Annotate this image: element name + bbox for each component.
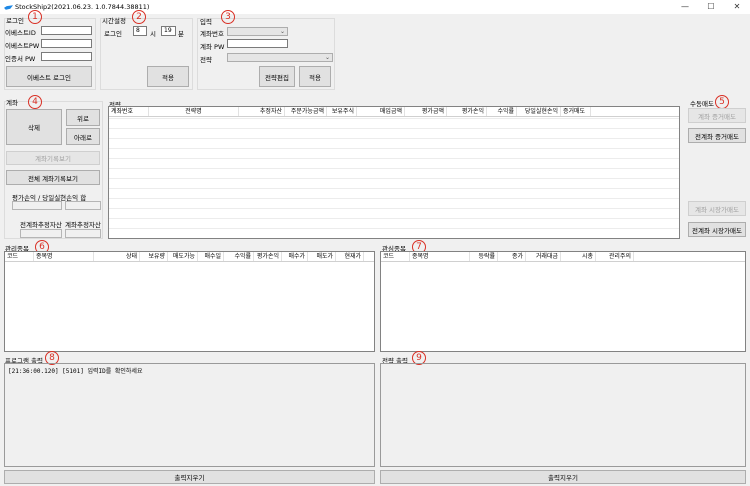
strategy-label: 전략 — [200, 56, 212, 64]
chevron-down-icon: ⌄ — [324, 54, 330, 61]
move-down-button[interactable]: 아래로 — [66, 128, 100, 145]
cert-pw-label: 인증서 PW — [5, 55, 36, 63]
column-header[interactable]: 거래대금 — [526, 252, 561, 261]
badge-4: 4 — [28, 95, 42, 109]
time-login-label: 로그인 — [104, 30, 122, 38]
column-header[interactable]: 증거매도 — [561, 107, 591, 116]
all-market-sell-button[interactable]: 전계좌 시장가매도 — [688, 222, 746, 237]
column-header[interactable]: 매입금액 — [357, 107, 405, 116]
eval-profit-value — [12, 201, 62, 210]
strategy-log-panel[interactable] — [380, 363, 746, 467]
time-apply-button[interactable]: 적용 — [147, 66, 189, 87]
app-logo-icon — [4, 5, 13, 10]
account-number-label: 계좌번호 — [200, 30, 224, 38]
column-header[interactable]: 종가 — [498, 252, 526, 261]
watch-stocks-grid[interactable]: 코드 종목명 등락률 종가 거래대금 시총 관리주의 — [380, 251, 746, 352]
account-estimated-assets-label: 계좌추정자산 — [65, 221, 101, 229]
column-header[interactable]: 등락률 — [470, 252, 498, 261]
program-log-clear-button[interactable]: 출력지우기 — [4, 470, 375, 484]
badge-1: 1 — [28, 10, 42, 24]
account-number-select[interactable]: ⌄ — [227, 27, 288, 36]
column-header[interactable]: 시총 — [561, 252, 596, 261]
program-log-panel[interactable]: [21:36:00.120] [5101] 입력ID를 확인하세요 — [4, 363, 375, 467]
minute-stepper[interactable]: 19 — [161, 26, 176, 36]
badge-5: 5 — [715, 95, 729, 109]
column-header[interactable]: 매도가능 — [168, 252, 198, 261]
column-header[interactable]: 코드 — [5, 252, 34, 261]
column-header[interactable]: 계좌번호 — [109, 107, 149, 116]
strategy-apply-button[interactable]: 적용 — [299, 66, 331, 87]
ebest-pw-input[interactable] — [41, 39, 92, 48]
chevron-down-icon: ⌄ — [279, 28, 285, 35]
hour-stepper[interactable]: 8 — [133, 26, 147, 36]
strategy-log-clear-button[interactable]: 출력지우기 — [380, 470, 746, 484]
manual-sell-header: 수동매도 — [690, 100, 714, 108]
badge-3: 3 — [221, 10, 235, 24]
column-header[interactable]: 보유주식 — [327, 107, 357, 116]
column-header[interactable]: 당일실현손익 — [517, 107, 561, 116]
ebest-login-button[interactable]: 이베스트 로그인 — [6, 66, 92, 87]
realized-profit-value — [65, 201, 101, 210]
move-up-button[interactable]: 위로 — [66, 109, 100, 126]
minimize-button[interactable]: — — [672, 0, 698, 14]
column-header[interactable]: 현재가 — [336, 252, 364, 261]
strategy-grid[interactable]: 계좌번호 전략명 추정자산 주문가능금액 보유주식 매입금액 평가금액 평가손익… — [108, 106, 680, 239]
account-estimated-assets-value — [65, 229, 101, 238]
login-header: 로그인 — [6, 17, 24, 25]
column-header[interactable]: 전략명 — [149, 107, 239, 116]
all-margin-sell-button[interactable]: 전계좌 증거매도 — [688, 128, 746, 143]
view-account-history-button[interactable]: 계좌기록보기 — [6, 151, 100, 165]
grid-rows — [109, 118, 679, 238]
log-line: [21:36:00.120] [5101] 입력ID를 확인하세요 — [8, 368, 143, 375]
column-header[interactable]: 수익률 — [487, 107, 517, 116]
time-header: 시간설정 — [102, 17, 126, 25]
all-estimated-assets-label: 전계좌추정자산 — [20, 221, 62, 229]
delete-button[interactable]: 삭제 — [6, 109, 62, 145]
badge-2: 2 — [132, 10, 146, 24]
maximize-button[interactable]: ☐ — [698, 0, 724, 14]
column-header[interactable]: 관리주의 — [596, 252, 634, 261]
column-header[interactable]: 평가손익 — [254, 252, 282, 261]
ebest-pw-label: 이베스트PW — [5, 42, 40, 50]
column-header[interactable]: 주문가능금액 — [285, 107, 327, 116]
strategy-edit-button[interactable]: 전략편집 — [259, 66, 295, 87]
column-header[interactable]: 추정자산 — [239, 107, 285, 116]
input-header: 입력 — [200, 18, 212, 26]
column-header[interactable]: 종목명 — [34, 252, 94, 261]
minute-label: 분 — [178, 30, 184, 38]
column-header[interactable]: 매수일 — [198, 252, 224, 261]
account-margin-sell-button[interactable]: 계좌 증거매도 — [688, 108, 746, 123]
account-pw-input[interactable] — [227, 39, 288, 48]
account-market-sell-button[interactable]: 계좌 시장가매도 — [688, 201, 746, 216]
column-header[interactable]: 코드 — [381, 252, 410, 261]
ebest-id-label: 이베스트ID — [5, 29, 36, 37]
column-header[interactable]: 수익률 — [224, 252, 254, 261]
column-header[interactable]: 매수가 — [282, 252, 308, 261]
account-header: 계좌 — [6, 99, 18, 107]
cert-pw-input[interactable] — [41, 52, 92, 61]
account-pw-label: 계좌 PW — [200, 43, 225, 51]
close-button[interactable]: ✕ — [724, 0, 750, 14]
column-header[interactable]: 상태 — [94, 252, 140, 261]
ebest-id-input[interactable] — [41, 26, 92, 35]
column-header[interactable]: 종목명 — [410, 252, 470, 261]
strategy-select[interactable]: ⌄ — [227, 53, 333, 62]
column-header[interactable]: 평가금액 — [405, 107, 447, 116]
managed-grid-columns: 코드 종목명 상태 보유량 매도가능 매수일 수익률 평가손익 매수가 매도가 … — [5, 252, 374, 262]
view-all-history-button[interactable]: 전체 계좌기록보기 — [6, 170, 100, 185]
column-header[interactable]: 매도가 — [308, 252, 336, 261]
watch-grid-columns: 코드 종목명 등락률 종가 거래대금 시총 관리주의 — [381, 252, 745, 262]
hour-label: 시 — [150, 30, 156, 38]
strategy-grid-columns: 계좌번호 전략명 추정자산 주문가능금액 보유주식 매입금액 평가금액 평가손익… — [109, 107, 679, 117]
managed-stocks-grid[interactable]: 코드 종목명 상태 보유량 매도가능 매수일 수익률 평가손익 매수가 매도가 … — [4, 251, 375, 352]
column-header[interactable]: 보유량 — [140, 252, 168, 261]
all-estimated-assets-value — [20, 229, 62, 238]
column-header[interactable]: 평가손익 — [447, 107, 487, 116]
